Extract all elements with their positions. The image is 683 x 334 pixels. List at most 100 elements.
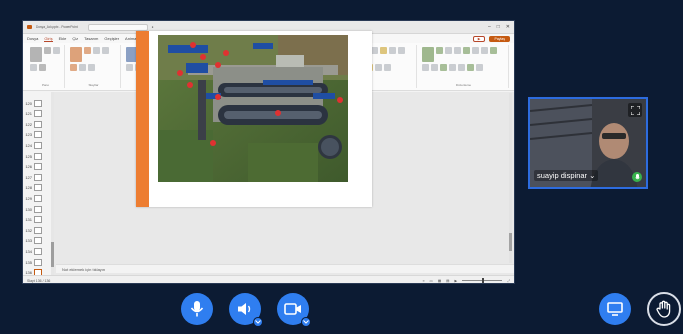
screen-share-button[interactable] [599,293,631,325]
speaker-button[interactable] [229,293,263,327]
slide-number: 131 [25,217,32,223]
ribbon-command[interactable] [126,64,133,71]
notes-pane[interactable]: Not eklemek için tıklayın [56,264,514,273]
sorter-view-icon[interactable]: ▦ [438,279,441,283]
camera-options-icon[interactable] [301,317,311,327]
slide-thumbnail[interactable]: 122 [23,119,51,129]
ribbon-tab[interactable]: Tasarım [84,36,98,41]
slide-thumbnail[interactable]: 128 [23,183,51,193]
slide-thumbnail[interactable]: 121 [23,109,51,119]
ribbon-command[interactable] [449,64,456,71]
slide-thumbnail[interactable]: 120 [23,98,51,108]
aerial-plant-photo [158,35,348,182]
camera-icon [284,303,301,315]
slide-number: 135 [25,259,32,265]
notes-toggle[interactable]: ≡ [423,279,425,283]
ribbon-command[interactable] [44,47,51,54]
ribbon-command[interactable] [53,47,60,54]
slide-thumbnail[interactable]: 125 [23,151,51,161]
ribbon-command[interactable] [39,64,46,71]
slide-thumbnail[interactable]: 127 [23,172,51,182]
slide-thumbnail[interactable]: 132 [23,225,51,235]
screen-share-icon [607,302,623,316]
ribbon-command[interactable] [84,47,91,54]
thumbnail-preview [34,258,42,266]
ribbon-command[interactable] [371,47,378,54]
slide-thumbnail[interactable]: 133 [23,236,51,246]
ribbon-command[interactable] [463,47,470,54]
ribbon-command[interactable] [422,47,434,62]
minimize-icon[interactable]: – [488,24,491,30]
ribbon-command[interactable] [93,47,100,54]
ribbon-command[interactable] [476,64,483,71]
ribbon-command[interactable] [384,64,391,71]
ribbon-command[interactable] [380,47,387,54]
present-button[interactable]: ▶ [472,35,486,42]
slide-number: 130 [25,206,32,212]
speaker-options-icon[interactable] [253,317,263,327]
ribbon-tab[interactable]: Çiz [72,36,78,41]
normal-view-icon[interactable]: ▭ [430,279,433,283]
slide-thumbnail[interactable]: 129 [23,193,51,203]
ribbon-tab[interactable]: Ekle [59,36,67,41]
ribbon-tab[interactable]: Giriş [44,36,53,42]
ribbon-command[interactable] [70,64,77,71]
search-box[interactable] [87,23,148,31]
thumbnail-preview [34,141,42,149]
slideshow-icon[interactable]: ▶ [454,279,457,283]
ribbon-command[interactable] [431,64,438,71]
reading-view-icon[interactable]: ▤ [446,279,449,283]
ribbon-command[interactable] [79,64,86,71]
maximize-icon[interactable]: □ [497,24,500,30]
ribbon-command[interactable] [88,64,95,71]
ribbon-command[interactable] [472,47,479,54]
ribbon-command[interactable] [445,47,452,54]
microphone-button[interactable] [181,293,213,325]
ribbon-command[interactable] [102,47,109,54]
ribbon-command[interactable] [422,64,429,71]
ribbon-command[interactable] [436,47,443,54]
camera-button[interactable] [277,293,311,327]
ribbon-command[interactable] [398,47,405,54]
account-area[interactable]: ● [152,25,154,29]
thumbnail-preview [34,226,42,234]
ribbon-command[interactable] [440,64,447,71]
status-bar: Slayt 136 / 136 ≡ ▭ ▦ ▤ ▶ ⤢ [23,275,514,283]
fit-slide-icon[interactable]: ⤢ [507,279,510,283]
raise-hand-button[interactable] [647,292,681,326]
expand-icon[interactable] [628,103,642,117]
thumbnail-preview [34,184,42,192]
ribbon-tab[interactable]: Geçişler [104,36,119,41]
ribbon-command[interactable] [490,47,497,54]
ribbon-command[interactable] [458,64,465,71]
thumbnail-preview [34,99,42,107]
ribbon-command[interactable] [454,47,461,54]
ribbon-command[interactable] [30,64,37,71]
autosave-icon[interactable] [27,25,32,29]
slide-thumbnail[interactable]: 131 [23,215,51,225]
participant-video-tile[interactable]: suayip dispinar ⌄ [528,97,648,189]
zoom-slider[interactable] [462,278,503,283]
slide-thumbnail[interactable]: 126 [23,162,51,172]
ribbon-command[interactable] [389,47,396,54]
slide-thumbnail[interactable]: 123 [23,130,51,140]
slide-thumbnail[interactable]: 130 [23,204,51,214]
speaker-icon [238,303,251,315]
ribbon-tab[interactable]: Dosya [27,36,38,41]
ribbon-command[interactable] [375,64,382,71]
slide-thumbnail[interactable]: 135 [23,257,51,267]
slide-thumbnail[interactable]: 124 [23,140,51,150]
slide-scrollbar[interactable] [509,93,512,263]
slide-number: 122 [25,121,32,127]
ribbon-command[interactable] [70,47,82,62]
close-icon[interactable]: ✕ [506,24,510,30]
thumbnail-preview [34,131,42,139]
share-button[interactable]: Paylaş [489,35,510,42]
ribbon-command[interactable] [481,47,488,54]
slide-thumbnail[interactable]: 134 [23,246,51,256]
thumbnail-preview [34,194,42,202]
ribbon-command[interactable] [467,64,474,71]
view-controls: ≡ ▭ ▦ ▤ ▶ ⤢ [423,278,510,283]
thumbnail-preview [34,152,42,160]
ribbon-command[interactable] [30,47,42,62]
